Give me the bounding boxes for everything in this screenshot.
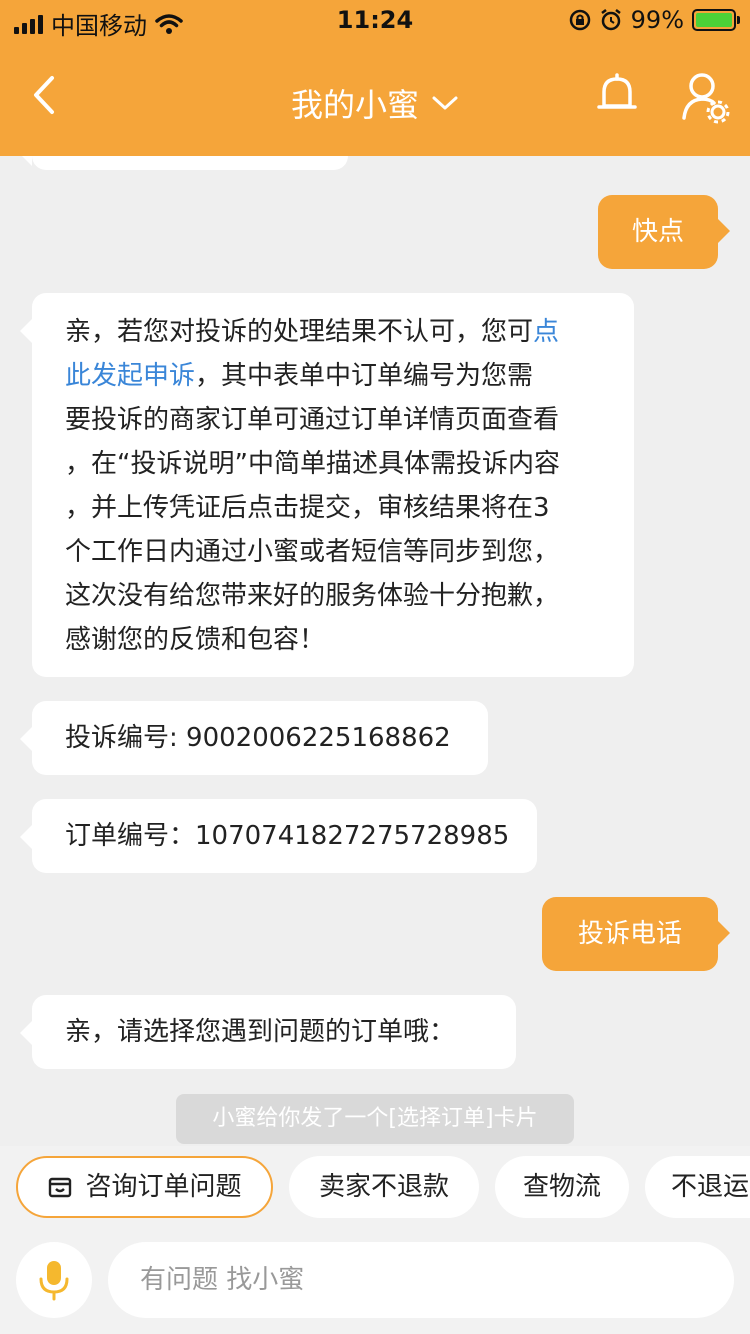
- message-line: 这次没有给您带来好的服务体验十分抱歉，: [65, 581, 560, 611]
- page-title: 我的小蜜: [290, 86, 419, 124]
- message-text: 亲，若您对投诉的处理结果不认可，您可: [65, 317, 534, 347]
- order-card-icon: [49, 1177, 72, 1198]
- message-bubble-reply: 亲，请选择您遇到问题的订单哦：: [20, 995, 516, 1069]
- user-settings-icon[interactable]: [678, 70, 732, 124]
- chevron-down-icon: [432, 96, 458, 110]
- quick-action-no-return-shipping[interactable]: 不退运: [645, 1156, 750, 1218]
- nav-bar: 我的小蜜: [0, 40, 750, 156]
- quick-action-label: 咨询订单问题: [85, 1172, 242, 1202]
- message-text: 投诉编号: 9002006225168862: [65, 723, 451, 753]
- message-bubble-order-id: 订单编号：1070741827275728985: [20, 799, 537, 873]
- status-bar: 中国移动 11:24 99%: [0, 0, 750, 40]
- message-line: 要投诉的商家订单可通过订单详情页面查看: [65, 405, 560, 435]
- message-text: ，其中表单中订单编号为您需: [195, 361, 534, 391]
- message-text: 订单编号：1070741827275728985: [65, 821, 510, 851]
- alarm-icon: [600, 9, 621, 31]
- message-line: 个工作日内通过小蜜或者短信等同步到您，: [65, 537, 560, 567]
- message-line: ，在“投诉说明”中简单描述具体需投诉内容: [65, 449, 560, 479]
- rotation-lock-icon: [569, 9, 590, 31]
- message-line: 感谢您的反馈和包容！: [65, 625, 326, 655]
- top-bar: 中国移动 11:24 99% 我的小蜜: [0, 0, 750, 156]
- chat-area[interactable]: 快点 亲，若您对投诉的处理结果不认可，您可点 此发起申诉，其中表单中订单编号为您…: [0, 156, 750, 1146]
- quick-action-label: 查物流: [522, 1172, 601, 1202]
- message-line: 亲，若您对投诉的处理结果不认可，您可点: [65, 310, 634, 354]
- message-bubble-complaint-id: 投诉编号: 9002006225168862: [20, 701, 488, 775]
- status-right: 99%: [569, 6, 740, 34]
- system-note: 小蜜给你发了一个[选择订单]卡片: [176, 1094, 574, 1144]
- message-bubble-sent: 快点: [598, 195, 730, 269]
- appeal-link[interactable]: 点: [533, 317, 559, 347]
- message-text: 快点: [631, 217, 684, 247]
- message-input[interactable]: 有问题 找小蜜: [108, 1242, 734, 1318]
- quick-action-label: 卖家不退款: [318, 1172, 449, 1202]
- battery-icon: [692, 9, 740, 31]
- quick-actions-bar: 咨询订单问题 卖家不退款 查物流 不退运: [0, 1146, 750, 1228]
- appeal-link[interactable]: 此发起申诉: [65, 361, 195, 391]
- input-placeholder: 有问题 找小蜜: [140, 1265, 305, 1295]
- message-bubble-reply: 亲，若您对投诉的处理结果不认可，您可点 此发起申诉，其中表单中订单编号为您需 要…: [20, 293, 634, 677]
- quick-action-logistics[interactable]: 查物流: [495, 1156, 629, 1218]
- quick-action-label: 不退运: [671, 1172, 750, 1202]
- message-bubble-sent: 投诉电话: [542, 897, 730, 971]
- message-text: 亲，请选择您遇到问题的订单哦：: [65, 1017, 456, 1047]
- battery-percent: 99%: [630, 6, 684, 34]
- previous-message-bubble: [20, 156, 348, 170]
- input-bar: 有问题 找小蜜: [0, 1228, 750, 1334]
- quick-action-order-question[interactable]: 咨询订单问题: [16, 1156, 273, 1218]
- message-line: 此发起申诉，其中表单中订单编号为您需: [65, 354, 634, 398]
- message-text: 投诉电话: [577, 919, 682, 949]
- quick-action-seller-refund[interactable]: 卖家不退款: [289, 1156, 479, 1218]
- bell-icon[interactable]: [592, 70, 642, 120]
- voice-button[interactable]: [16, 1242, 92, 1318]
- microphone-icon: [39, 1261, 69, 1301]
- message-line: ，并上传凭证后点击提交，审核结果将在3: [65, 493, 550, 523]
